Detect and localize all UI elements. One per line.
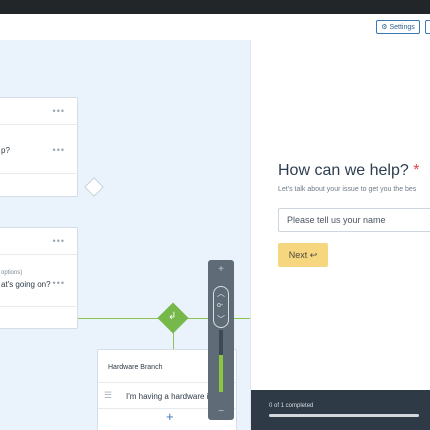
card-option-text: I'm having a hardware is bbox=[126, 392, 213, 401]
card-menu-icon[interactable]: ••• bbox=[53, 106, 65, 116]
progress-footer: 0 of 1 completed bbox=[251, 390, 430, 430]
card-row-menu-icon[interactable]: ••• bbox=[53, 278, 65, 288]
connector-line bbox=[78, 318, 168, 319]
card-question-text: at's going on? bbox=[1, 280, 51, 289]
add-option-button[interactable]: + bbox=[166, 409, 174, 424]
settings-button[interactable]: ⚙ Settings bbox=[376, 20, 420, 34]
preview-panel: How can we help? * Let's talk about your… bbox=[250, 40, 430, 430]
card-header: ••• bbox=[0, 98, 77, 125]
gear-icon: ⚙ bbox=[381, 24, 388, 31]
window-top-bar bbox=[0, 0, 430, 14]
zoom-slider-fill[interactable] bbox=[219, 355, 223, 392]
next-button[interactable]: Next ↩ bbox=[278, 243, 328, 267]
card-row-menu-icon[interactable]: ••• bbox=[53, 145, 65, 155]
question-text: How can we help? bbox=[278, 162, 409, 179]
card-header: ••• bbox=[0, 228, 77, 255]
zoom-in-button[interactable]: + bbox=[208, 264, 234, 275]
card-title: Hardware Branch bbox=[108, 364, 163, 371]
chevron-up-icon: ︿ bbox=[217, 289, 225, 298]
chevron-down-icon: ﹀ bbox=[217, 315, 225, 324]
zoom-out-button[interactable]: − bbox=[208, 406, 234, 417]
zoom-handle-icon: o- bbox=[217, 302, 224, 309]
settings-label: Settings bbox=[389, 24, 415, 31]
flow-card-1[interactable]: ••• p? ••• bbox=[0, 97, 79, 197]
connector-diamond[interactable] bbox=[84, 177, 104, 197]
toolbar-extra-button[interactable] bbox=[425, 20, 430, 34]
card-question-text: p? bbox=[1, 146, 10, 155]
name-input[interactable]: Please tell us your name bbox=[278, 208, 430, 232]
flow-card-2[interactable]: ••• options) at's going on? ••• bbox=[0, 227, 79, 329]
question-subtitle: Let's talk about your issue to get you t… bbox=[278, 186, 417, 193]
card-sub-text: options) bbox=[1, 270, 23, 276]
question-title: How can we help? * bbox=[278, 162, 419, 180]
progress-text: 0 of 1 completed bbox=[269, 403, 314, 409]
zoom-control: + ︿ o- ﹀ − bbox=[208, 260, 234, 420]
progress-track bbox=[269, 414, 419, 417]
zoom-fit-button[interactable]: ︿ o- ﹀ bbox=[213, 286, 229, 328]
return-arrow-icon: ↲ bbox=[168, 311, 177, 322]
card-menu-icon[interactable]: ••• bbox=[53, 236, 65, 246]
card-divider bbox=[0, 306, 79, 307]
list-icon: ☰ bbox=[104, 390, 113, 400]
card-divider bbox=[0, 173, 79, 174]
toolbar: ⚙ Settings bbox=[0, 14, 430, 41]
required-mark: * bbox=[413, 162, 420, 179]
return-icon: ↩ bbox=[309, 250, 318, 260]
next-label: Next bbox=[288, 250, 308, 260]
